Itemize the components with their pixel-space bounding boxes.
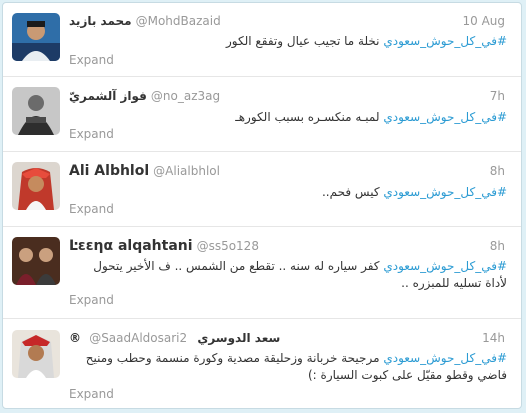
tweet-author[interactable]: Ŀεεηα alqahtani @ss5o128 <box>69 238 259 254</box>
tweet-body: كيس فحم.. <box>321 185 380 199</box>
timeline-panel: محمد بازيد @MohdBazaid 10 Aug #في_كل_حوش_… <box>2 2 522 409</box>
tweet[interactable]: Ali Albhlol @Alialbhlol 8h #في_كل_حوش_سعو… <box>3 152 521 227</box>
tweet[interactable]: Ŀεεηα alqahtani @ss5o128 8h #في_كل_حوش_سع… <box>3 227 521 319</box>
tweet-timestamp[interactable]: 8h <box>490 239 505 253</box>
tweet[interactable]: محمد بازيد @MohdBazaid 10 Aug #في_كل_حوش_… <box>3 3 521 77</box>
tweet[interactable]: ® @SaadAldosari2 سعد الدوسري 14h #في_كل_… <box>3 319 521 408</box>
tweet-body: نخلة ما تجيب عيال وتفقع الكور <box>225 34 380 48</box>
registered-badge: ® <box>69 331 81 345</box>
tweet-timestamp[interactable]: 14h <box>482 331 505 345</box>
hashtag-link[interactable]: #في_كل_حوش_سعودي <box>383 185 507 199</box>
hashtag-link[interactable]: #في_كل_حوش_سعودي <box>383 259 507 273</box>
hashtag-link[interactable]: #في_كل_حوش_سعودي <box>383 351 507 365</box>
tweet[interactable]: فواز آلشمريّ @no_az3ag 7h #في_كل_حوش_سعود… <box>3 77 521 152</box>
tweet-author[interactable]: محمد بازيد @MohdBazaid <box>69 14 221 28</box>
author-handle[interactable]: @no_az3ag <box>151 89 220 103</box>
tweet-author[interactable]: Ali Albhlol @Alialbhlol <box>69 163 220 179</box>
author-name[interactable]: Ali Albhlol <box>69 163 149 179</box>
author-handle[interactable]: @MohdBazaid <box>136 14 221 28</box>
tweet-timestamp[interactable]: 8h <box>490 164 505 178</box>
tweet-text: #في_كل_حوش_سعودي لمبـه منكسـره بسبب الكو… <box>69 109 507 126</box>
author-handle[interactable]: @SaadAldosari2 <box>89 331 187 345</box>
author-name[interactable]: سعد الدوسري <box>197 331 280 345</box>
tweet-text: #في_كل_حوش_سعودي كفر سياره له سنه .. تقط… <box>69 258 507 292</box>
expand-link[interactable]: Expand <box>69 387 114 401</box>
expand-link[interactable]: Expand <box>69 127 114 141</box>
author-handle[interactable]: @Alialbhlol <box>153 164 220 178</box>
author-name[interactable]: محمد بازيد <box>69 14 132 28</box>
avatar[interactable] <box>12 330 60 378</box>
tweet-author[interactable]: فواز آلشمريّ @no_az3ag <box>69 89 220 103</box>
tweet-author[interactable]: ® @SaadAldosari2 سعد الدوسري <box>69 331 280 345</box>
expand-link[interactable]: Expand <box>69 53 114 67</box>
avatar[interactable] <box>12 13 60 61</box>
avatar[interactable] <box>12 87 60 135</box>
tweet-text: #في_كل_حوش_سعودي مرجيحة خربانة وزحليقة م… <box>69 350 507 384</box>
hashtag-link[interactable]: #في_كل_حوش_سعودي <box>383 110 507 124</box>
hashtag-link[interactable]: #في_كل_حوش_سعودي <box>383 34 507 48</box>
tweet-body: لمبـه منكسـره بسبب الكورهـ <box>235 110 380 124</box>
author-name[interactable]: فواز آلشمريّ <box>69 89 147 103</box>
author-handle[interactable]: @ss5o128 <box>197 239 259 253</box>
tweet-timestamp[interactable]: 7h <box>490 89 505 103</box>
author-name[interactable]: Ŀεεηα alqahtani <box>69 238 193 254</box>
tweet-text: #في_كل_حوش_سعودي نخلة ما تجيب عيال وتفقع… <box>69 33 507 50</box>
tweet-text: #في_كل_حوش_سعودي كيس فحم.. <box>69 184 507 201</box>
tweet-timestamp[interactable]: 10 Aug <box>462 14 505 28</box>
avatar[interactable] <box>12 162 60 210</box>
expand-link[interactable]: Expand <box>69 293 114 307</box>
avatar[interactable] <box>12 237 60 285</box>
expand-link[interactable]: Expand <box>69 202 114 216</box>
